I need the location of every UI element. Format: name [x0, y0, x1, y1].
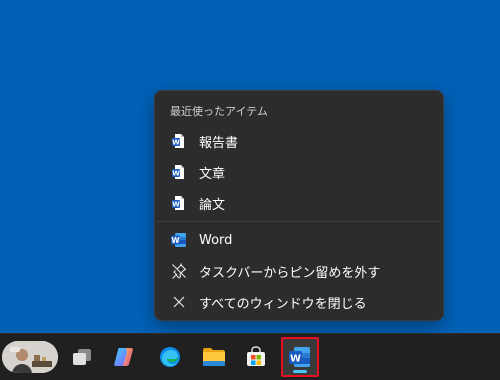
svg-text:W: W — [172, 201, 180, 209]
folder-icon — [203, 348, 225, 366]
recent-items-header: 最近使ったアイテム — [170, 105, 268, 118]
svg-text:W: W — [290, 354, 301, 365]
jump-list-menu: 最近使ったアイテム W 報告書 W 文章 W 論文 W Word タスクバーから… — [154, 90, 444, 321]
recent-item-label: 報告書 — [199, 135, 239, 151]
copilot-button[interactable] — [106, 339, 142, 375]
word-app-icon: W — [289, 347, 310, 367]
task-view-button[interactable] — [64, 339, 100, 375]
word-taskbar-button[interactable]: W — [281, 337, 319, 377]
edge-icon — [160, 347, 180, 367]
close-icon — [171, 294, 187, 310]
word-document-icon: W — [171, 164, 187, 180]
file-explorer-button[interactable] — [196, 339, 232, 375]
store-icon — [247, 346, 265, 366]
close-all-label: すべてのウィンドウを閉じる — [199, 296, 367, 312]
running-indicator — [293, 370, 307, 373]
edge-button[interactable] — [152, 339, 188, 375]
svg-text:W: W — [172, 170, 180, 178]
unpin-label: タスクバーからピン留めを外す — [199, 265, 381, 281]
unpin-icon — [171, 263, 187, 279]
unpin-from-taskbar-item[interactable]: タスクバーからピン留めを外す — [155, 256, 443, 286]
taskbar: W — [0, 333, 500, 380]
recent-item-text[interactable]: W 文章 — [155, 157, 443, 187]
microsoft-store-button[interactable] — [238, 339, 274, 375]
menu-divider — [156, 221, 442, 222]
task-view-icon — [73, 349, 91, 365]
close-all-windows-item[interactable]: すべてのウィンドウを閉じる — [155, 287, 443, 317]
word-document-icon: W — [171, 133, 187, 149]
recent-item-report[interactable]: W 報告書 — [155, 126, 443, 156]
open-word-item[interactable]: W Word — [155, 225, 443, 255]
widget-image-icon — [2, 341, 58, 373]
word-app-icon: W — [171, 232, 187, 248]
weather-widget[interactable] — [2, 341, 58, 373]
word-app-label: Word — [199, 232, 233, 248]
svg-text:W: W — [172, 139, 180, 147]
recent-item-paper[interactable]: W 論文 — [155, 188, 443, 218]
recent-item-label: 文章 — [199, 166, 226, 182]
recent-item-label: 論文 — [199, 197, 226, 213]
copilot-icon — [114, 348, 133, 366]
word-document-icon: W — [171, 195, 187, 211]
svg-text:W: W — [171, 236, 180, 245]
